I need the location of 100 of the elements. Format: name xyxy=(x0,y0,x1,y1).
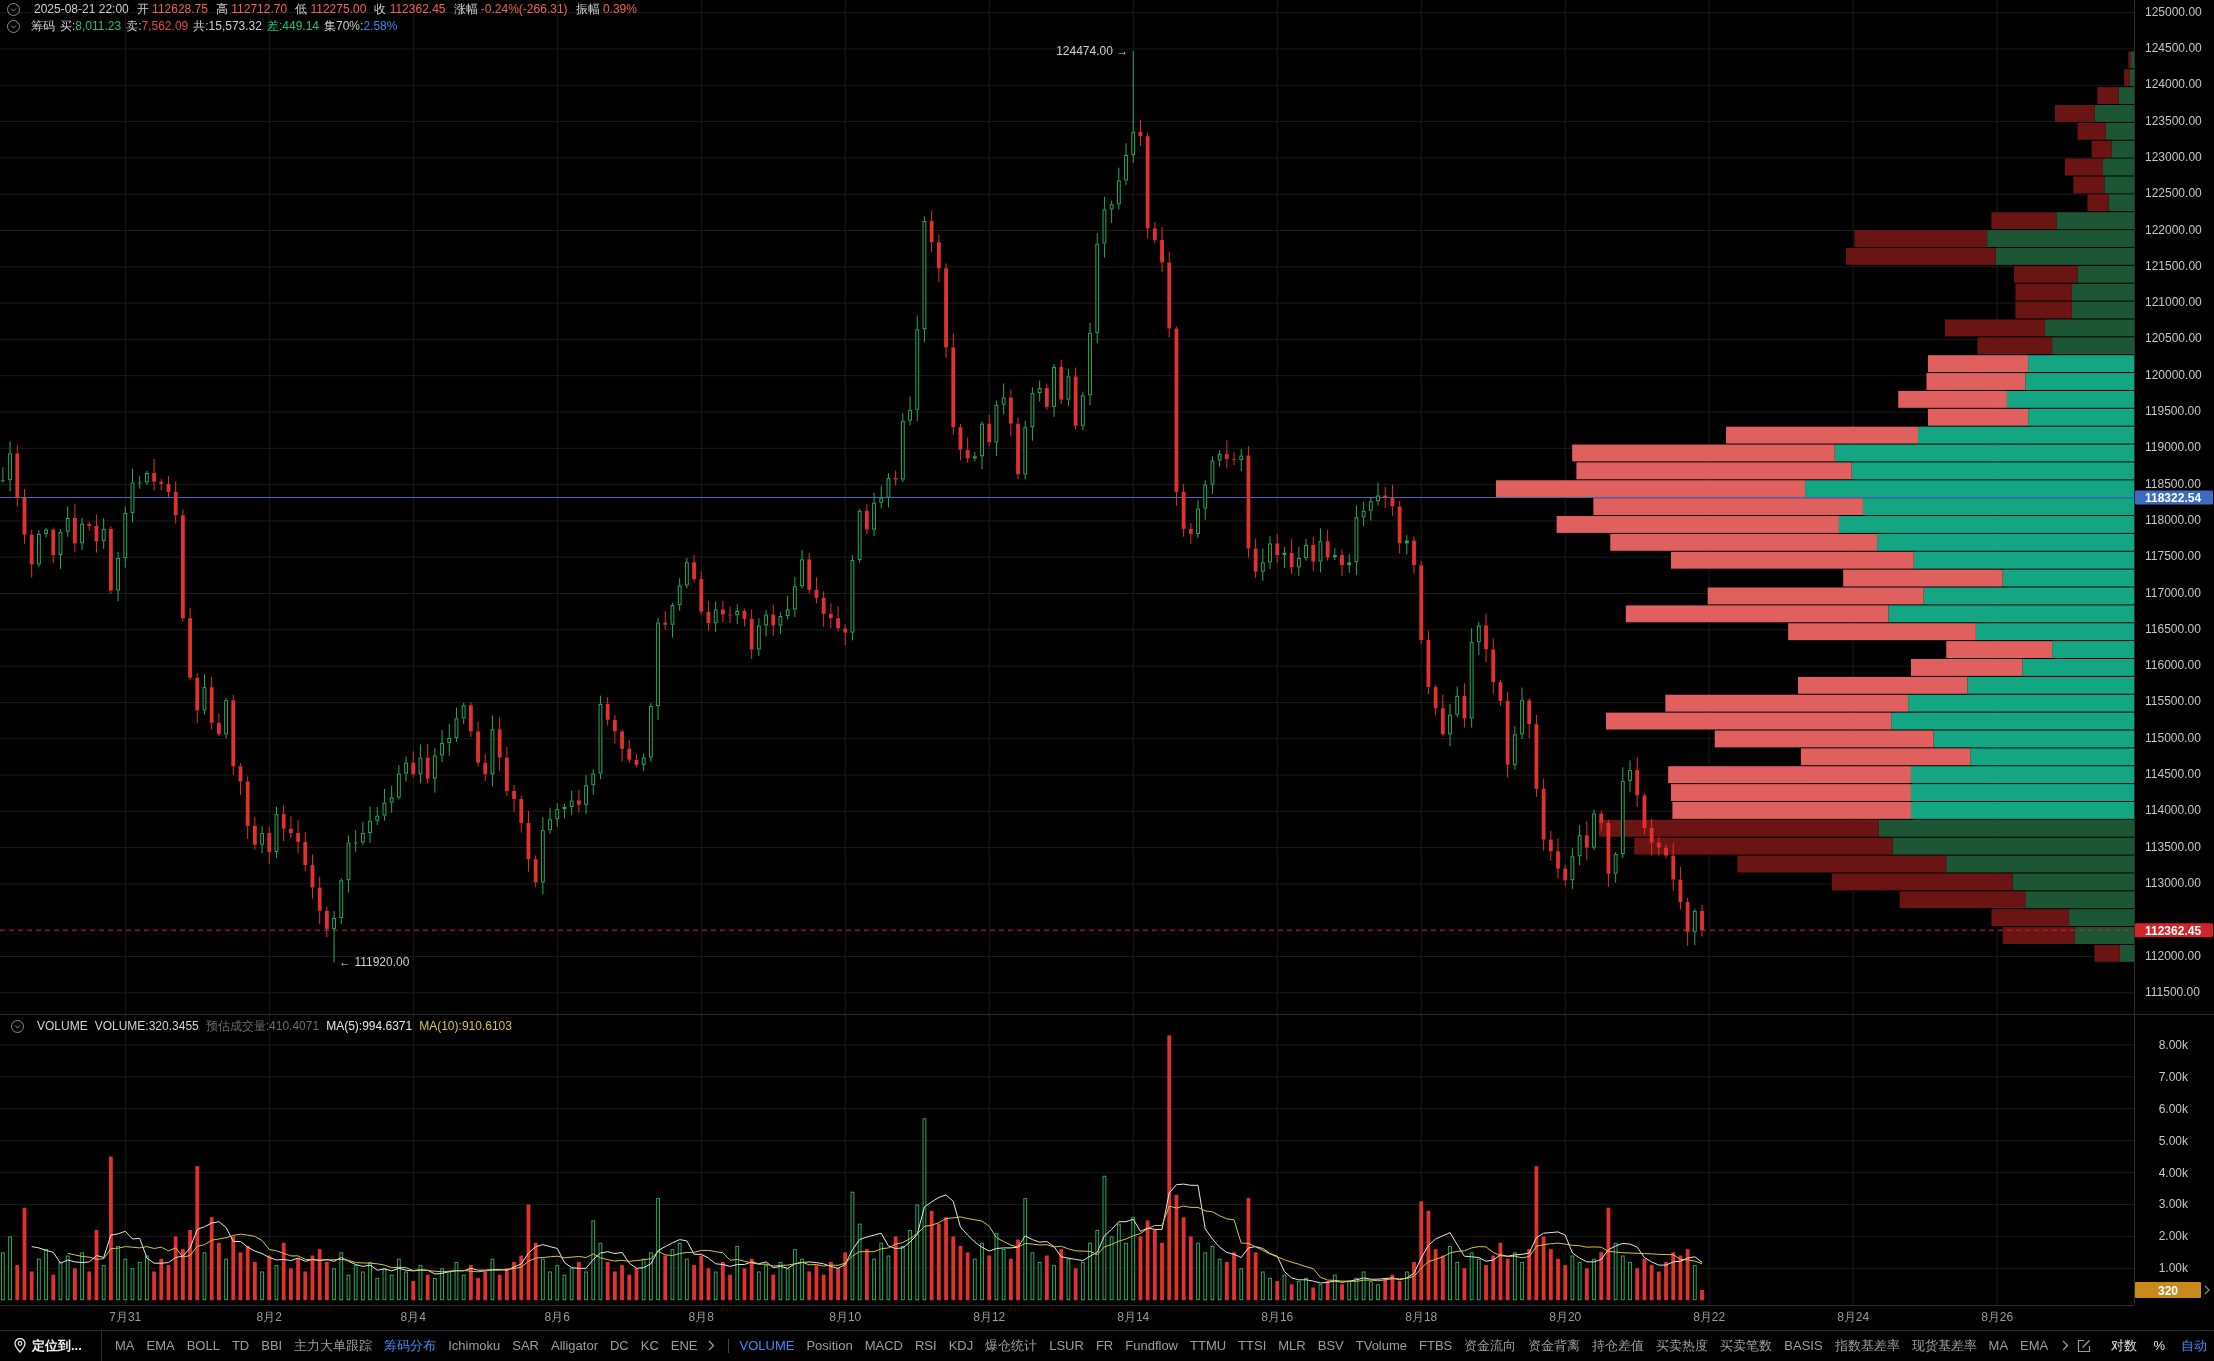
indicator-tab[interactable]: 买卖热度 xyxy=(1656,1336,1709,1355)
volume-axis-label: 8.00k xyxy=(2158,1037,2188,1052)
indicator-tab[interactable]: 筹码分布 xyxy=(384,1336,437,1355)
scale-option[interactable]: 自动 xyxy=(2181,1336,2207,1355)
indicator-value: 预估成交量:410.4071 xyxy=(205,1018,320,1034)
indicator-tab[interactable]: KC xyxy=(640,1336,659,1355)
price-tag: 112362.45 xyxy=(2135,923,2213,938)
scale-option[interactable]: 对数 xyxy=(2111,1336,2138,1355)
indicator-tab[interactable]: BBI xyxy=(261,1336,283,1355)
indicator-tab[interactable]: FTBS xyxy=(1419,1336,1453,1355)
indicator-tab[interactable]: MACD xyxy=(864,1336,903,1355)
indicator-tab[interactable]: DC xyxy=(609,1336,629,1355)
price-axis-label: 116500.00 xyxy=(2145,621,2201,636)
volume-tag: 320 xyxy=(2135,1282,2201,1298)
chevron-right-icon[interactable] xyxy=(2204,1285,2210,1295)
indicator-tab[interactable]: 资金背离 xyxy=(1528,1336,1581,1355)
ohlc-field: 高 112712.70 xyxy=(215,1,288,18)
date-label: 8月10 xyxy=(829,1310,862,1324)
price-axis-label: 113000.00 xyxy=(2145,875,2201,890)
volume-axis-label: 5.00k xyxy=(2158,1133,2188,1148)
indicator-tab[interactable]: TVolume xyxy=(1355,1336,1408,1355)
price-axis-label: 120000.00 xyxy=(2145,367,2202,382)
indicator-tab[interactable]: 指数基差率 xyxy=(1834,1336,1900,1355)
price-axis-label: 125000.00 xyxy=(2145,4,2202,19)
price-axis-label: 124000.00 xyxy=(2145,77,2202,92)
chevron-circle-icon[interactable] xyxy=(11,1019,24,1033)
indicator-tab[interactable]: MA xyxy=(115,1336,135,1355)
indicator-tab[interactable]: KDJ xyxy=(948,1336,974,1355)
indicator-value: MA(10):910.6103 xyxy=(419,1018,512,1034)
price-axis-label: 117500.00 xyxy=(2145,549,2201,564)
locate-button[interactable]: 定位到... xyxy=(0,1330,102,1361)
indicator-tab[interactable]: EMA xyxy=(146,1336,175,1355)
indicator-tab[interactable]: EMA xyxy=(2020,1336,2049,1355)
chip-title: 筹码 xyxy=(31,18,55,35)
indicator-tab[interactable]: 持仓差值 xyxy=(1592,1336,1645,1355)
chevron-circle-icon[interactable] xyxy=(7,20,20,33)
date-label: 8月4 xyxy=(400,1310,426,1324)
indicator-tab[interactable]: Ichimoku xyxy=(448,1336,501,1355)
indicator-tab[interactable]: ENE xyxy=(670,1336,698,1355)
indicator-tab[interactable]: BSV xyxy=(1317,1336,1344,1355)
indicator-tab[interactable]: BASIS xyxy=(1784,1336,1823,1355)
date-label: 8月24 xyxy=(1837,1310,1870,1324)
indicator-tab[interactable]: RSI xyxy=(915,1336,937,1355)
ohlc-field: 开 112628.75 xyxy=(136,1,208,18)
date-label: 7月31 xyxy=(109,1310,142,1324)
chip-stat: 买:8,011.23 xyxy=(60,18,122,35)
price-axis-label: 118500.00 xyxy=(2145,476,2201,491)
indicator-value: VOLUME:320.3455 xyxy=(94,1018,199,1034)
price-axis-label: 116000.00 xyxy=(2145,658,2201,673)
indicator-tab[interactable]: Fundflow xyxy=(1125,1336,1178,1355)
indicator-tab[interactable]: Position xyxy=(806,1336,853,1355)
price-axis-label: 115000.00 xyxy=(2145,730,2201,745)
indicator-tab[interactable]: VOLUME xyxy=(739,1336,795,1355)
price-axis-label: 122000.00 xyxy=(2145,222,2202,237)
ohlc-field: 振幅 0.39% xyxy=(575,1,637,18)
indicator-tab[interactable]: Alligator xyxy=(551,1336,598,1355)
indicator-tab[interactable]: FR xyxy=(1095,1336,1114,1355)
price-axis-label: 113500.00 xyxy=(2145,839,2201,854)
date-label: 8月8 xyxy=(688,1310,714,1324)
indicator-tab[interactable]: TTMU xyxy=(1190,1336,1227,1355)
volume-axis-label: 6.00k xyxy=(2158,1101,2188,1116)
ohlc-field: 收 112362.45 xyxy=(374,1,446,18)
price-axis-label: 121000.00 xyxy=(2145,295,2202,310)
date-label: 8月2 xyxy=(256,1310,282,1324)
date-label: 8月14 xyxy=(1117,1310,1150,1324)
indicator-tab[interactable]: SAR xyxy=(512,1336,539,1355)
chip-stat: 差:449.14 xyxy=(266,18,319,35)
indicator-tab[interactable]: 主力大单跟踪 xyxy=(294,1336,373,1355)
chip-stat: 卖:7,562.09 xyxy=(126,18,189,35)
indicator-tab[interactable]: MA xyxy=(1988,1336,2009,1355)
indicator-tab[interactable]: BOLL xyxy=(186,1336,220,1355)
indicator-tab[interactable]: TD xyxy=(231,1336,250,1355)
volume-axis-label: 2.00k xyxy=(2158,1229,2188,1244)
edit-icon[interactable] xyxy=(2077,1338,2092,1353)
price-axis-label: 119500.00 xyxy=(2145,404,2201,418)
indicator-tab[interactable]: 买卖笔数 xyxy=(1720,1336,1773,1355)
price-axis-label: 114000.00 xyxy=(2145,803,2201,818)
candle-time: 2025-08-21 22:00 xyxy=(34,1,129,18)
price-axis-label: 117000.00 xyxy=(2145,585,2201,600)
price-axis-label: 114500.00 xyxy=(2145,767,2201,781)
chevron-right-icon[interactable] xyxy=(2062,1340,2070,1351)
date-label: 8月12 xyxy=(973,1310,1006,1324)
price-axis-label: 123500.00 xyxy=(2145,113,2202,128)
price-axis-label: 123000.00 xyxy=(2145,149,2202,164)
indicator-tab[interactable]: 爆仓统计 xyxy=(985,1336,1038,1355)
indicator-tab[interactable]: TTSI xyxy=(1238,1336,1267,1355)
volume-axis-label: 7.00k xyxy=(2158,1069,2188,1084)
chevron-circle-icon[interactable] xyxy=(7,3,20,16)
price-axis-label: 120500.00 xyxy=(2145,331,2202,346)
indicator-tab[interactable]: 现货基差率 xyxy=(1911,1336,1977,1355)
indicator-tab[interactable]: LSUR xyxy=(1049,1336,1084,1355)
indicator-tab[interactable]: 资金流向 xyxy=(1464,1336,1517,1355)
indicator-tab[interactable]: MLR xyxy=(1278,1336,1306,1355)
volume-axis-label: 3.00k xyxy=(2158,1197,2188,1212)
scale-option[interactable]: % xyxy=(2153,1336,2165,1355)
date-label: 8月16 xyxy=(1261,1310,1294,1324)
chevron-right-icon[interactable] xyxy=(707,1340,715,1351)
price-axis-label: 121500.00 xyxy=(2145,258,2202,273)
price-axis-label: 119000.00 xyxy=(2145,440,2201,455)
volume-axis-label: 1.00k xyxy=(2158,1261,2188,1276)
